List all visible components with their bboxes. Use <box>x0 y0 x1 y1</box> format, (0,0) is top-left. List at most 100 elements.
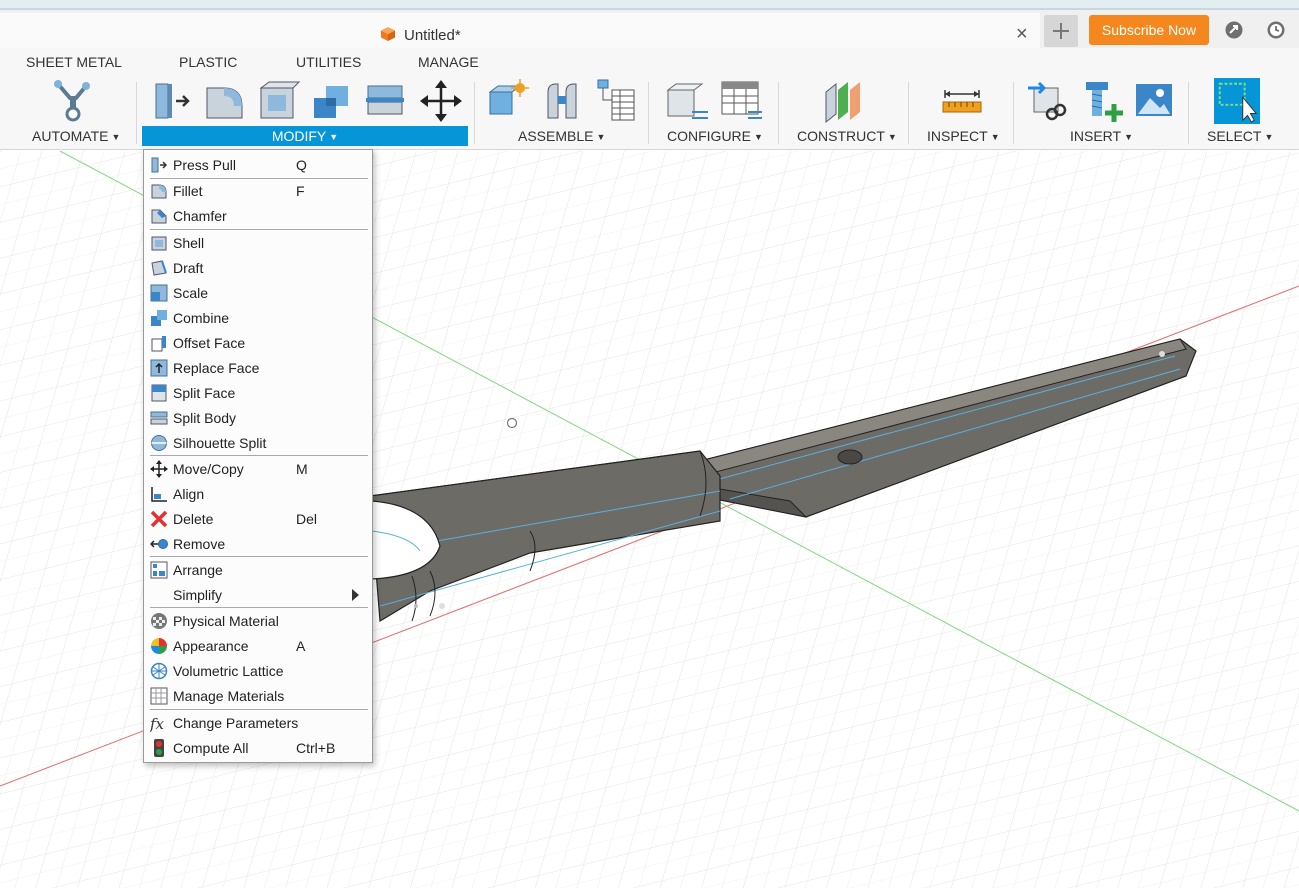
menu-item-shell[interactable]: Shell <box>144 230 372 255</box>
modify-menu-button[interactable]: MODIFY ▼ <box>142 126 468 146</box>
menu-item-label: Physical Material <box>173 613 279 629</box>
menu-item-compute-all[interactable]: Compute All Ctrl+B <box>144 735 372 760</box>
menu-item-scale[interactable]: Scale <box>144 280 372 305</box>
menu-item-replace-face[interactable]: Replace Face <box>144 355 372 380</box>
menu-item-chamfer[interactable]: Chamfer <box>144 203 372 228</box>
menu-item-delete[interactable]: Delete Del <box>144 506 372 531</box>
ribbon-toolbar: SHEET METAL PLASTIC UTILITIES MANAGE AUT… <box>0 48 1299 150</box>
manage-materials-icon <box>150 687 168 705</box>
insert-mcmaster-icon[interactable] <box>1080 78 1126 124</box>
divider <box>136 82 137 144</box>
menu-item-move-copy[interactable]: Move/Copy M <box>144 456 372 481</box>
subscribe-button[interactable]: Subscribe Now <box>1089 15 1209 45</box>
silhouette-split-icon <box>151 435 167 451</box>
draft-icon <box>151 260 167 276</box>
press-pull-icon <box>151 157 168 173</box>
combine-icon <box>151 310 167 326</box>
insert-label: INSERT <box>1070 128 1122 144</box>
menu-item-arrange[interactable]: Arrange <box>144 557 372 582</box>
menu-item-press-pull[interactable]: Press Pull Q <box>144 152 372 177</box>
document-tab[interactable]: Untitled* × <box>0 13 1040 49</box>
inspect-group-label[interactable]: INSPECT ▼ <box>927 128 1000 144</box>
combine-tool-icon[interactable] <box>310 78 356 124</box>
menu-item-label: Change Parameters <box>173 715 299 731</box>
menu-item-label: Scale <box>173 285 209 301</box>
bill-of-materials-icon[interactable] <box>594 78 640 124</box>
menu-item-label: Arrange <box>173 562 223 578</box>
menu-item-remove[interactable]: Remove <box>144 531 372 556</box>
close-tab-icon[interactable]: × <box>1016 24 1028 44</box>
menu-item-draft[interactable]: Draft <box>144 255 372 280</box>
appearance-icon <box>151 638 167 654</box>
shell-tool-icon[interactable] <box>256 78 302 124</box>
menu-item-physical-material[interactable]: Physical Material <box>144 608 372 633</box>
menu-item-offset-face[interactable]: Offset Face <box>144 330 372 355</box>
menu-item-change-parameters[interactable]: fx Change Parameters <box>144 710 372 735</box>
divider <box>648 82 649 144</box>
clock-icon[interactable] <box>1266 20 1286 40</box>
menu-item-label: Silhouette Split <box>173 435 267 451</box>
menu-item-split-body[interactable]: Split Body <box>144 405 372 430</box>
construct-label: CONSTRUCT <box>797 128 885 144</box>
menu-item-simplify[interactable]: Simplify <box>144 582 372 607</box>
menu-item-label: Replace Face <box>173 360 260 376</box>
move-copy-tool-icon[interactable] <box>418 78 464 124</box>
menu-item-label: Align <box>173 486 205 502</box>
joint-icon[interactable] <box>540 78 586 124</box>
configuration-table-icon[interactable] <box>718 78 764 124</box>
physical-material-icon <box>151 613 167 629</box>
menu-item-fillet[interactable]: Fillet F <box>144 178 372 203</box>
automate-icon[interactable] <box>50 78 96 124</box>
menu-item-align[interactable]: Align <box>144 481 372 506</box>
offset-face-icon <box>151 336 166 352</box>
construct-group-label[interactable]: CONSTRUCT ▼ <box>797 128 897 144</box>
menu-item-volumetric-lattice[interactable]: Volumetric Lattice <box>144 658 372 683</box>
divider <box>474 82 475 144</box>
configure-group-label[interactable]: CONFIGURE ▼ <box>667 128 763 144</box>
tab-manage[interactable]: MANAGE <box>418 54 479 70</box>
arrange-icon <box>150 561 168 579</box>
insert-group-label[interactable]: INSERT ▼ <box>1070 128 1133 144</box>
new-component-icon[interactable] <box>486 78 532 124</box>
select-group-label[interactable]: SELECT ▼ <box>1207 128 1273 144</box>
insert-derive-icon[interactable] <box>1026 78 1072 124</box>
inspect-label: INSPECT <box>927 128 988 144</box>
split-face-icon <box>151 384 167 402</box>
assemble-group-label[interactable]: ASSEMBLE ▼ <box>518 128 605 144</box>
fillet-tool-icon[interactable] <box>202 78 248 124</box>
tab-plastic[interactable]: PLASTIC <box>179 54 237 70</box>
press-pull-tool-icon[interactable] <box>150 78 196 124</box>
configure-body-icon[interactable] <box>664 78 710 124</box>
new-tab-button[interactable] <box>1044 15 1078 47</box>
automate-group-label[interactable]: AUTOMATE ▼ <box>32 128 120 144</box>
tab-sheet-metal[interactable]: SHEET METAL <box>26 54 122 70</box>
menu-item-appearance[interactable]: Appearance A <box>144 633 372 658</box>
align-icon <box>151 487 167 502</box>
menu-item-label: Fillet <box>173 183 203 199</box>
divider <box>778 82 779 144</box>
construct-plane-icon[interactable] <box>820 78 866 124</box>
top-strip <box>0 0 1299 8</box>
divider <box>908 82 909 144</box>
menu-item-manage-materials[interactable]: Manage Materials <box>144 683 372 708</box>
select-label: SELECT <box>1207 128 1262 144</box>
svg-text:fx: fx <box>150 715 165 732</box>
menu-item-combine[interactable]: Combine <box>144 305 372 330</box>
insert-image-icon[interactable] <box>1132 78 1178 124</box>
menu-item-silhouette-split[interactable]: Silhouette Split <box>144 430 372 455</box>
modify-label: MODIFY <box>271 128 327 144</box>
divider <box>1188 82 1189 144</box>
extensions-icon[interactable] <box>1224 20 1244 40</box>
measure-icon[interactable] <box>939 78 985 124</box>
document-cube-icon <box>381 27 395 41</box>
menu-item-label: Manage Materials <box>173 688 285 704</box>
shortcut-label: A <box>296 638 306 654</box>
menu-item-split-face[interactable]: Split Face <box>144 380 372 405</box>
split-body-tool-icon[interactable] <box>364 78 410 124</box>
tab-utilities[interactable]: UTILITIES <box>296 54 361 70</box>
menu-item-label: Press Pull <box>173 157 237 173</box>
menu-item-label: Volumetric Lattice <box>173 663 284 679</box>
modify-dropdown-menu: Press Pull Q Fillet F Chamfer Shell Draf… <box>143 149 373 763</box>
select-icon[interactable] <box>1214 78 1260 124</box>
divider <box>1013 82 1014 144</box>
